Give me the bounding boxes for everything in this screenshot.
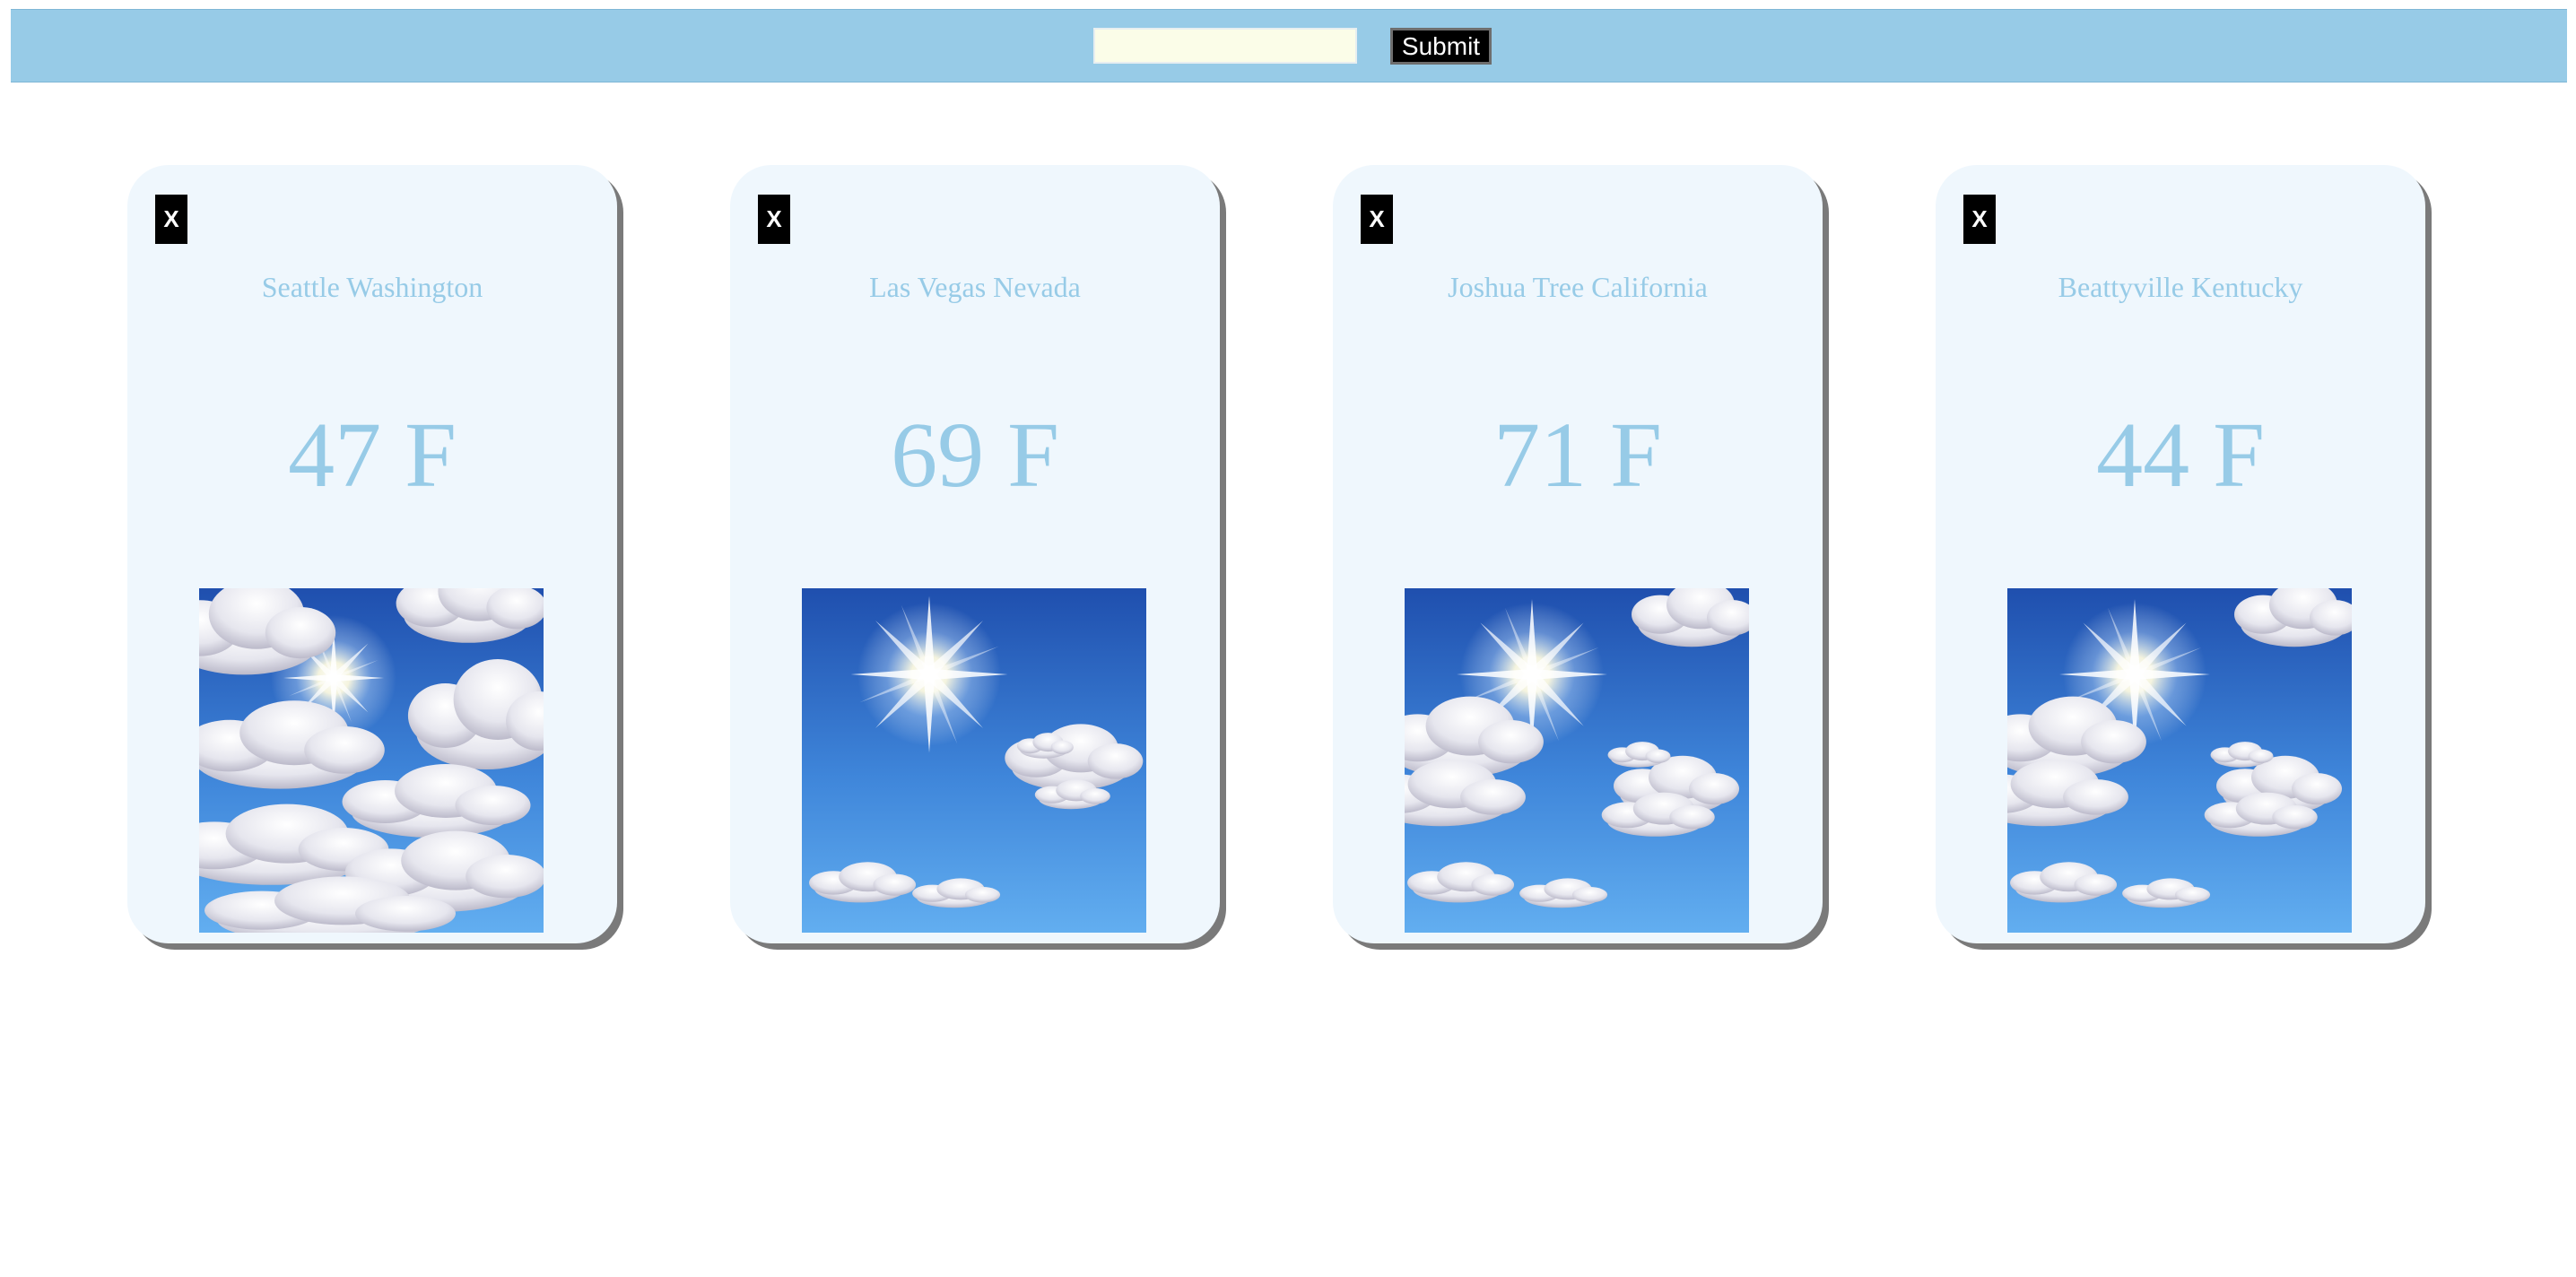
sunny-icon <box>802 588 1146 933</box>
weather-card: X Beattyville Kentucky 44 F <box>1936 165 2425 943</box>
temperature: 69 F <box>891 404 1059 507</box>
partly-cloudy-icon <box>1405 588 1749 933</box>
partly-cloudy-icon <box>2007 588 2352 933</box>
city-search-input[interactable] <box>1093 28 1357 64</box>
city-name: Seattle Washington <box>261 271 483 303</box>
weather-card: X Las Vegas Nevada 69 F <box>730 165 1220 943</box>
weather-card: X Joshua Tree California 71 F <box>1333 165 1823 943</box>
close-card-button[interactable]: X <box>155 195 187 244</box>
temperature: 44 F <box>2096 404 2265 507</box>
top-bar: Submit <box>11 9 2567 83</box>
city-name: Las Vegas Nevada <box>869 271 1081 303</box>
close-card-button[interactable]: X <box>758 195 790 244</box>
temperature: 71 F <box>1493 404 1662 507</box>
temperature: 47 F <box>288 404 457 507</box>
close-card-button[interactable]: X <box>1361 195 1393 244</box>
close-card-button[interactable]: X <box>1963 195 1996 244</box>
cloudy-sun-icon <box>199 588 544 933</box>
city-name: Joshua Tree California <box>1448 271 1708 303</box>
city-name: Beattyville Kentucky <box>2058 271 2303 303</box>
submit-button[interactable]: Submit <box>1390 28 1492 65</box>
weather-card: X Seattle Washington 47 F <box>127 165 617 943</box>
